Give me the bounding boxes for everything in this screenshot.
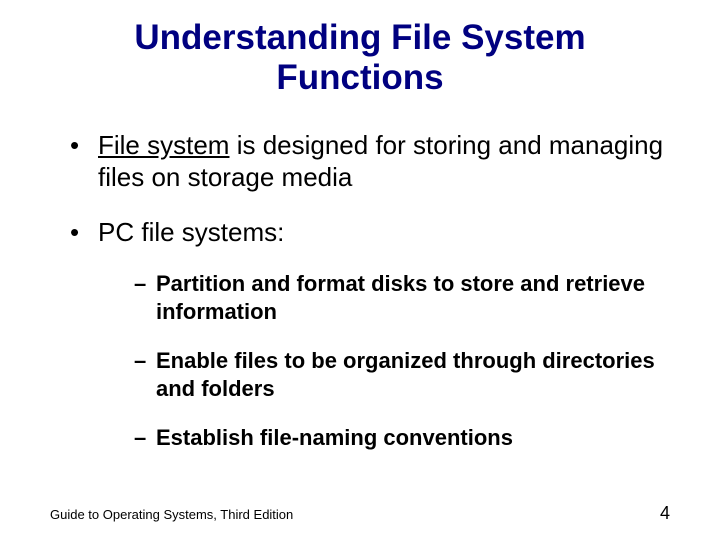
page-number: 4 — [660, 503, 670, 524]
slide-title: Understanding File System Functions — [50, 18, 670, 99]
bullet-underline: File system — [98, 130, 229, 160]
bullet-text: PC file systems: — [98, 217, 284, 247]
bullet-item: PC file systems: Partition and format di… — [70, 216, 670, 452]
sub-item: Establish file-naming conventions — [134, 424, 670, 452]
slide: Understanding File System Functions File… — [0, 0, 720, 540]
sub-item: Partition and format disks to store and … — [134, 270, 670, 325]
footer-left: Guide to Operating Systems, Third Editio… — [50, 507, 293, 522]
bullet-item: File system is designed for storing and … — [70, 129, 670, 194]
footer: Guide to Operating Systems, Third Editio… — [50, 503, 670, 524]
sub-list: Partition and format disks to store and … — [98, 270, 670, 452]
sub-item: Enable files to be organized through dir… — [134, 347, 670, 402]
bullet-list: File system is designed for storing and … — [50, 129, 670, 452]
